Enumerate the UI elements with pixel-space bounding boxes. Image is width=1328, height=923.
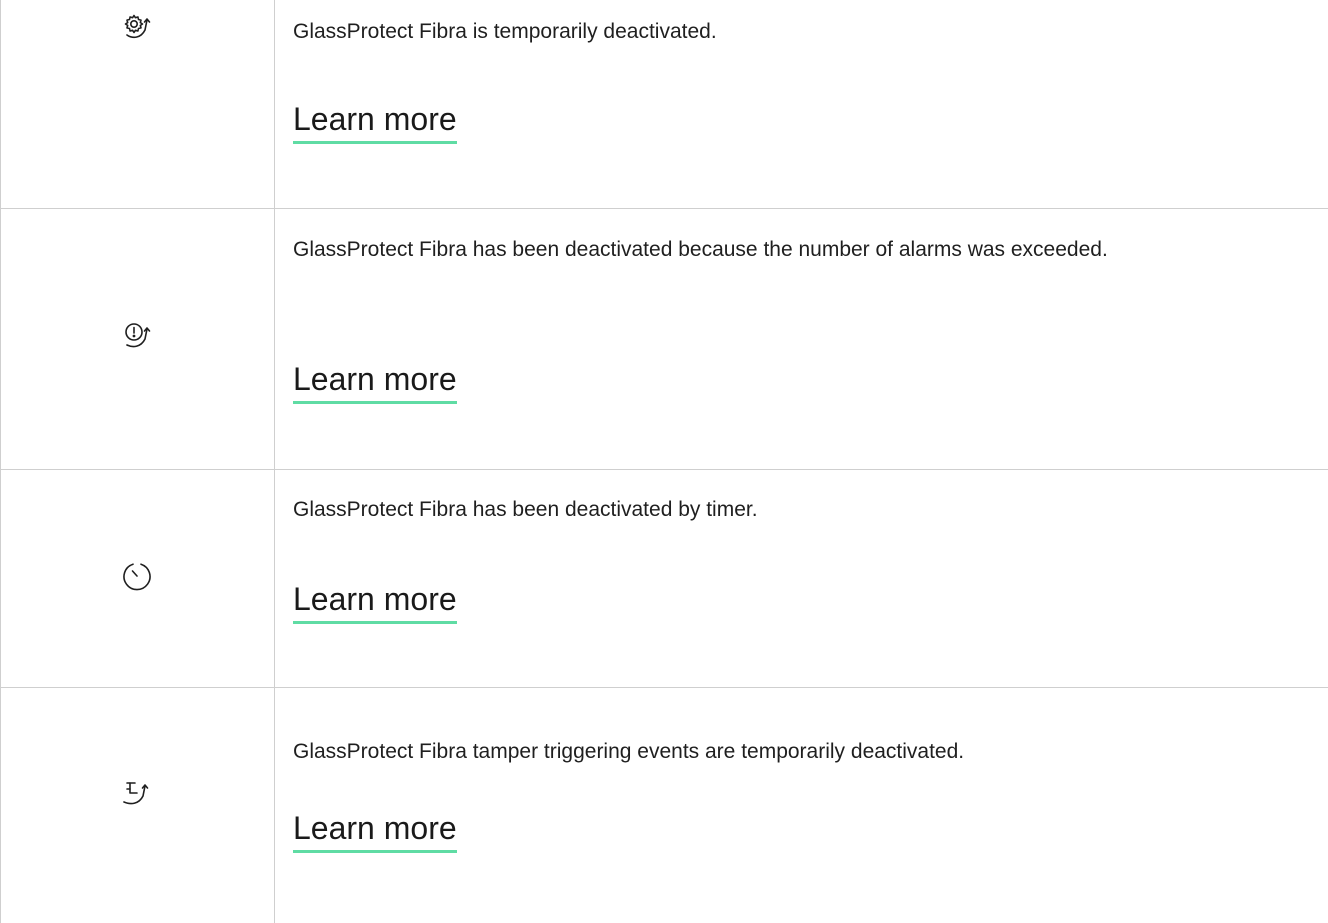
status-description: GlassProtect Fibra tamper triggering eve… bbox=[293, 740, 965, 763]
status-description: GlassProtect Fibra has been deactivated … bbox=[293, 238, 1108, 261]
status-description: GlassProtect Fibra is temporarily deacti… bbox=[293, 20, 717, 43]
text-cell: GlassProtect Fibra tamper triggering eve… bbox=[275, 688, 1328, 923]
status-row-tamper-deactivated: GlassProtect Fibra tamper triggering eve… bbox=[1, 688, 1328, 923]
learn-more-link[interactable]: Learn more bbox=[293, 99, 457, 144]
status-row-temporarily-deactivated: GlassProtect Fibra is temporarily deacti… bbox=[1, 0, 1328, 209]
text-cell: GlassProtect Fibra has been deactivated … bbox=[275, 209, 1328, 469]
status-table: GlassProtect Fibra is temporarily deacti… bbox=[0, 0, 1328, 923]
icon-cell bbox=[1, 470, 275, 687]
text-cell: GlassProtect Fibra is temporarily deacti… bbox=[275, 0, 1328, 208]
learn-more-link[interactable]: Learn more bbox=[293, 808, 457, 853]
text-cell: GlassProtect Fibra has been deactivated … bbox=[275, 470, 1328, 687]
tamper-arrow-icon bbox=[119, 774, 155, 810]
learn-more-link[interactable]: Learn more bbox=[293, 579, 457, 624]
gear-arrow-icon bbox=[119, 8, 155, 44]
status-row-alarms-exceeded: GlassProtect Fibra has been deactivated … bbox=[1, 209, 1328, 470]
status-description: GlassProtect Fibra has been deactivated … bbox=[293, 498, 758, 521]
alert-arrow-icon bbox=[119, 317, 155, 353]
icon-cell bbox=[1, 688, 275, 923]
icon-cell bbox=[1, 209, 275, 469]
status-row-deactivated-by-timer: GlassProtect Fibra has been deactivated … bbox=[1, 470, 1328, 688]
icon-cell bbox=[1, 0, 275, 208]
learn-more-link[interactable]: Learn more bbox=[293, 359, 457, 404]
timer-icon bbox=[119, 558, 155, 594]
